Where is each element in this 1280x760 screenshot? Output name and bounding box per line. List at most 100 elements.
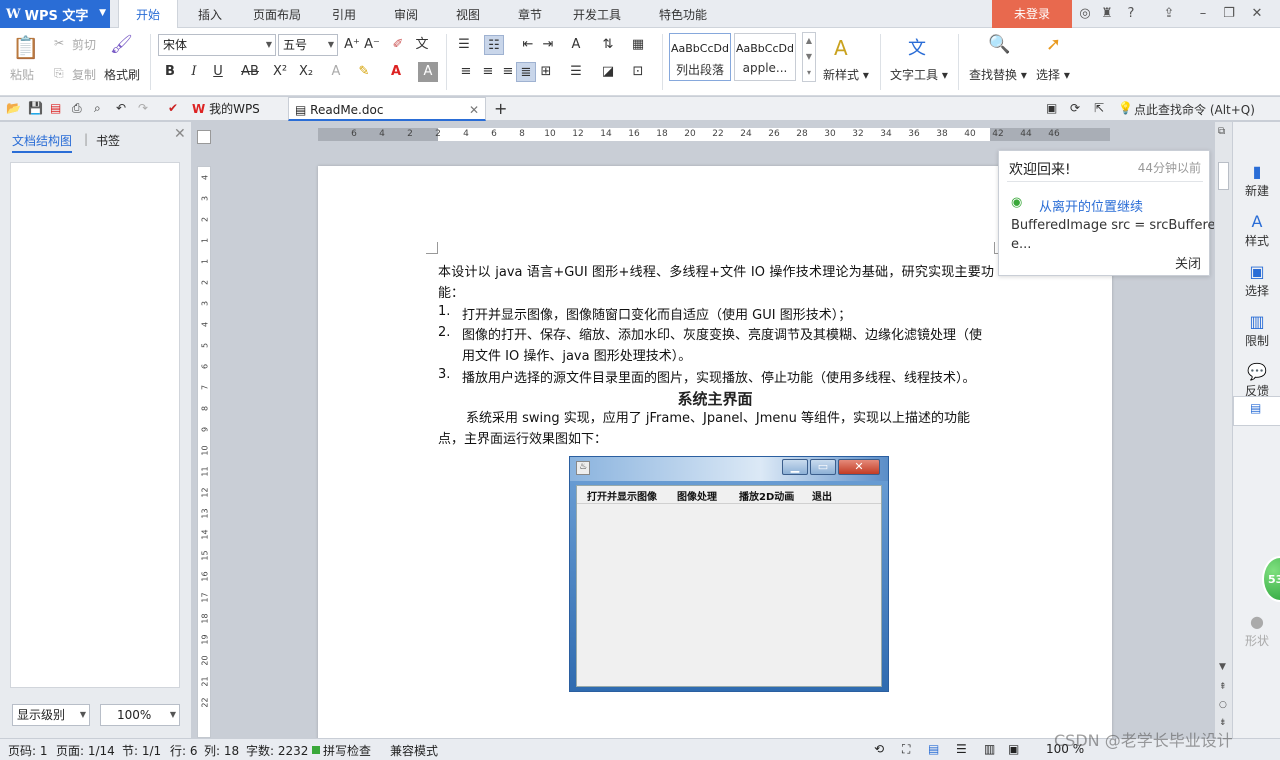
active-pane-tab[interactable]: ▤ bbox=[1233, 396, 1280, 426]
bold-icon[interactable]: B bbox=[160, 62, 180, 82]
pdf-icon[interactable]: ▤ bbox=[50, 101, 61, 115]
clear-format-icon[interactable]: ✐ bbox=[388, 35, 408, 55]
shrink-font-icon[interactable]: A⁻ bbox=[362, 35, 382, 55]
prev-page-icon[interactable]: ⇞ bbox=[1219, 682, 1227, 692]
restrict-button[interactable]: ▥ 限制 bbox=[1233, 312, 1280, 349]
vertical-scrollbar[interactable]: ⧉ ▼ ⇞ ○ ⇟ bbox=[1214, 122, 1232, 738]
underline-icon[interactable]: U bbox=[208, 62, 228, 82]
scroll-thumb[interactable] bbox=[1218, 162, 1229, 190]
tab-special[interactable]: 特色功能 bbox=[638, 0, 728, 28]
font-name-select[interactable]: 宋体 ▼ bbox=[158, 34, 276, 56]
document-map-area[interactable] bbox=[10, 162, 180, 688]
web-view-icon[interactable]: ▥ bbox=[984, 742, 995, 756]
app-menu-button[interactable]: W WPS 文字 ▼ bbox=[0, 0, 110, 28]
tab-document-map[interactable]: 文档结构图 bbox=[12, 132, 73, 153]
change-case-icon[interactable]: A bbox=[566, 35, 586, 55]
select-button[interactable]: 选择 ▾ bbox=[1036, 66, 1070, 83]
redo-icon[interactable]: ↷ bbox=[138, 101, 148, 115]
pane-zoom-select[interactable]: 100% ▼ bbox=[100, 704, 180, 726]
tab-readme-doc[interactable]: ▤ ReadMe.doc ✕ bbox=[288, 97, 486, 121]
new-button[interactable]: ▮ 新建 bbox=[1233, 162, 1280, 199]
login-button[interactable]: 未登录 bbox=[992, 0, 1072, 28]
highlight-icon[interactable]: ✎ bbox=[354, 62, 374, 82]
cut-button[interactable]: 剪切 bbox=[72, 36, 96, 53]
help-icon[interactable]: ? bbox=[1122, 5, 1140, 23]
status-words[interactable]: 字数: 2232 bbox=[246, 742, 308, 759]
maximize-icon[interactable]: ❐ bbox=[1220, 5, 1238, 23]
distribute-icon[interactable]: ⊞ bbox=[536, 62, 556, 82]
quick-access-icon[interactable]: ✔ bbox=[168, 101, 178, 115]
restore-view-icon[interactable]: ⇪ bbox=[1160, 5, 1178, 23]
format-painter-button[interactable]: 格式刷 bbox=[104, 66, 140, 83]
list-item[interactable]: 2. 图像的打开、保存、缩放、添加水印、灰度变换、亮度调节及其模糊、边缘化滤镜处… bbox=[438, 325, 982, 364]
copy-button[interactable]: 复制 bbox=[72, 66, 96, 83]
tab-references[interactable]: 引用 bbox=[320, 0, 368, 28]
cut-icon[interactable]: ✂ bbox=[54, 36, 64, 50]
page-view-icon[interactable]: ▤ bbox=[928, 742, 939, 756]
justify-icon[interactable]: ≣ bbox=[516, 62, 536, 82]
list-item[interactable]: 3. 播放用户选择的源文件目录里面的图片，实现播放、停止功能（使用多线程、线程技… bbox=[438, 367, 976, 386]
sort-icon[interactable]: ⇅ bbox=[598, 35, 618, 55]
grow-font-icon[interactable]: A⁺ bbox=[342, 35, 362, 55]
styles-button[interactable]: A 样式 bbox=[1233, 212, 1280, 249]
table-icon[interactable]: ▦ bbox=[628, 35, 648, 55]
print-preview-icon[interactable]: ⌕ bbox=[94, 101, 101, 116]
vertical-ruler[interactable]: 4 3 2 1 1 2 3 4 5 6 7 8 9 10 11 12 13 14 15 16 17 18 19 20 21 22 bbox=[197, 166, 211, 738]
tab-developer[interactable]: 开发工具 bbox=[564, 0, 630, 28]
close-icon[interactable]: ✕ bbox=[1248, 5, 1266, 23]
tab-menu-icon[interactable]: ▣ bbox=[1046, 101, 1057, 115]
scroll-down-icon[interactable]: ▼ bbox=[1219, 662, 1226, 672]
new-style-icon[interactable]: A bbox=[834, 36, 848, 60]
open-icon[interactable]: 📂 bbox=[6, 101, 21, 115]
find-replace-button[interactable]: 查找替换 ▾ bbox=[969, 66, 1027, 83]
new-style-button[interactable]: 新样式 ▾ bbox=[823, 66, 869, 83]
select-cursor-icon[interactable]: ➚ bbox=[1046, 34, 1061, 55]
strikethrough-icon[interactable]: AB bbox=[240, 62, 260, 82]
document-page[interactable]: 本设计以 java 语言+GUI 图形+线程、多线程+文件 IO 操作技术理论为… bbox=[318, 166, 1112, 746]
list-item[interactable]: 1. 打开并显示图像，图像随窗口变化而自适应（使用 GUI 图形技术）； bbox=[438, 304, 851, 323]
undo-icon[interactable]: ↶ bbox=[116, 101, 126, 115]
minimize-icon[interactable]: – bbox=[1194, 5, 1212, 23]
feedback-button[interactable]: 💬 反馈 bbox=[1233, 362, 1280, 399]
copy-icon[interactable]: ⎘ bbox=[54, 66, 64, 81]
align-right-icon[interactable]: ≡ bbox=[498, 62, 518, 82]
style-gallery-scroll[interactable]: ▲ ▼ ▾ bbox=[802, 32, 816, 82]
text-effect-icon[interactable]: A bbox=[326, 62, 346, 82]
tab-bookmarks[interactable]: 书签 bbox=[96, 132, 120, 149]
style-list-paragraph[interactable]: AaBbCcDd 列出段落 bbox=[669, 33, 731, 81]
add-tab-icon[interactable]: + bbox=[494, 99, 507, 118]
italic-icon[interactable]: I bbox=[184, 62, 204, 82]
full-screen-icon[interactable]: ⛶ bbox=[902, 742, 910, 757]
decrease-indent-icon[interactable]: ⇤ bbox=[518, 35, 538, 55]
select-pane-button[interactable]: ▣ 选择 bbox=[1233, 262, 1280, 299]
tab-review[interactable]: 审阅 bbox=[382, 0, 430, 28]
text-tools-icon[interactable]: 文 bbox=[908, 34, 926, 60]
reading-view-icon[interactable]: ▣ bbox=[1008, 742, 1019, 756]
tab-home[interactable]: 开始 bbox=[118, 0, 178, 29]
char-shading-icon[interactable]: A bbox=[418, 62, 438, 82]
style-apple[interactable]: AaBbCcDd apple... bbox=[734, 33, 796, 81]
ruler-toggle[interactable] bbox=[197, 130, 211, 144]
subscript-icon[interactable]: X₂ bbox=[296, 62, 316, 82]
share-icon[interactable]: ⇱ bbox=[1094, 101, 1104, 115]
popup-close-button[interactable]: 关闭 bbox=[1175, 253, 1201, 272]
outline-level-select[interactable]: 显示级别 ▼ bbox=[12, 704, 90, 726]
outline-view-icon[interactable]: ☰ bbox=[956, 742, 967, 756]
print-icon[interactable]: ⎙ bbox=[72, 101, 82, 116]
browse-object-icon[interactable]: ○ bbox=[1219, 700, 1227, 710]
shirt-icon[interactable]: ♜ bbox=[1098, 5, 1116, 23]
numbered-list-icon[interactable]: ☷ bbox=[484, 35, 504, 55]
find-replace-icon[interactable]: 🔍 bbox=[988, 34, 1010, 55]
continue-link[interactable]: 从离开的位置继续 bbox=[1039, 196, 1143, 215]
align-left-icon[interactable]: ≡ bbox=[456, 62, 476, 82]
save-icon[interactable]: 💾 bbox=[28, 101, 43, 115]
shapes-button[interactable]: ● 形状 bbox=[1233, 612, 1280, 649]
align-center-icon[interactable]: ≡ bbox=[478, 62, 498, 82]
sync-icon[interactable]: ⟳ bbox=[1070, 101, 1080, 115]
text-tools-button[interactable]: 文字工具 ▾ bbox=[890, 66, 948, 83]
increase-indent-icon[interactable]: ⇥ bbox=[538, 35, 558, 55]
command-search[interactable]: 点此查找命令 (Alt+Q) bbox=[1134, 101, 1255, 118]
border-icon[interactable]: ⊡ bbox=[628, 62, 648, 82]
close-icon[interactable]: ✕ bbox=[174, 126, 186, 142]
split-icon[interactable]: ⧉ bbox=[1218, 126, 1225, 137]
